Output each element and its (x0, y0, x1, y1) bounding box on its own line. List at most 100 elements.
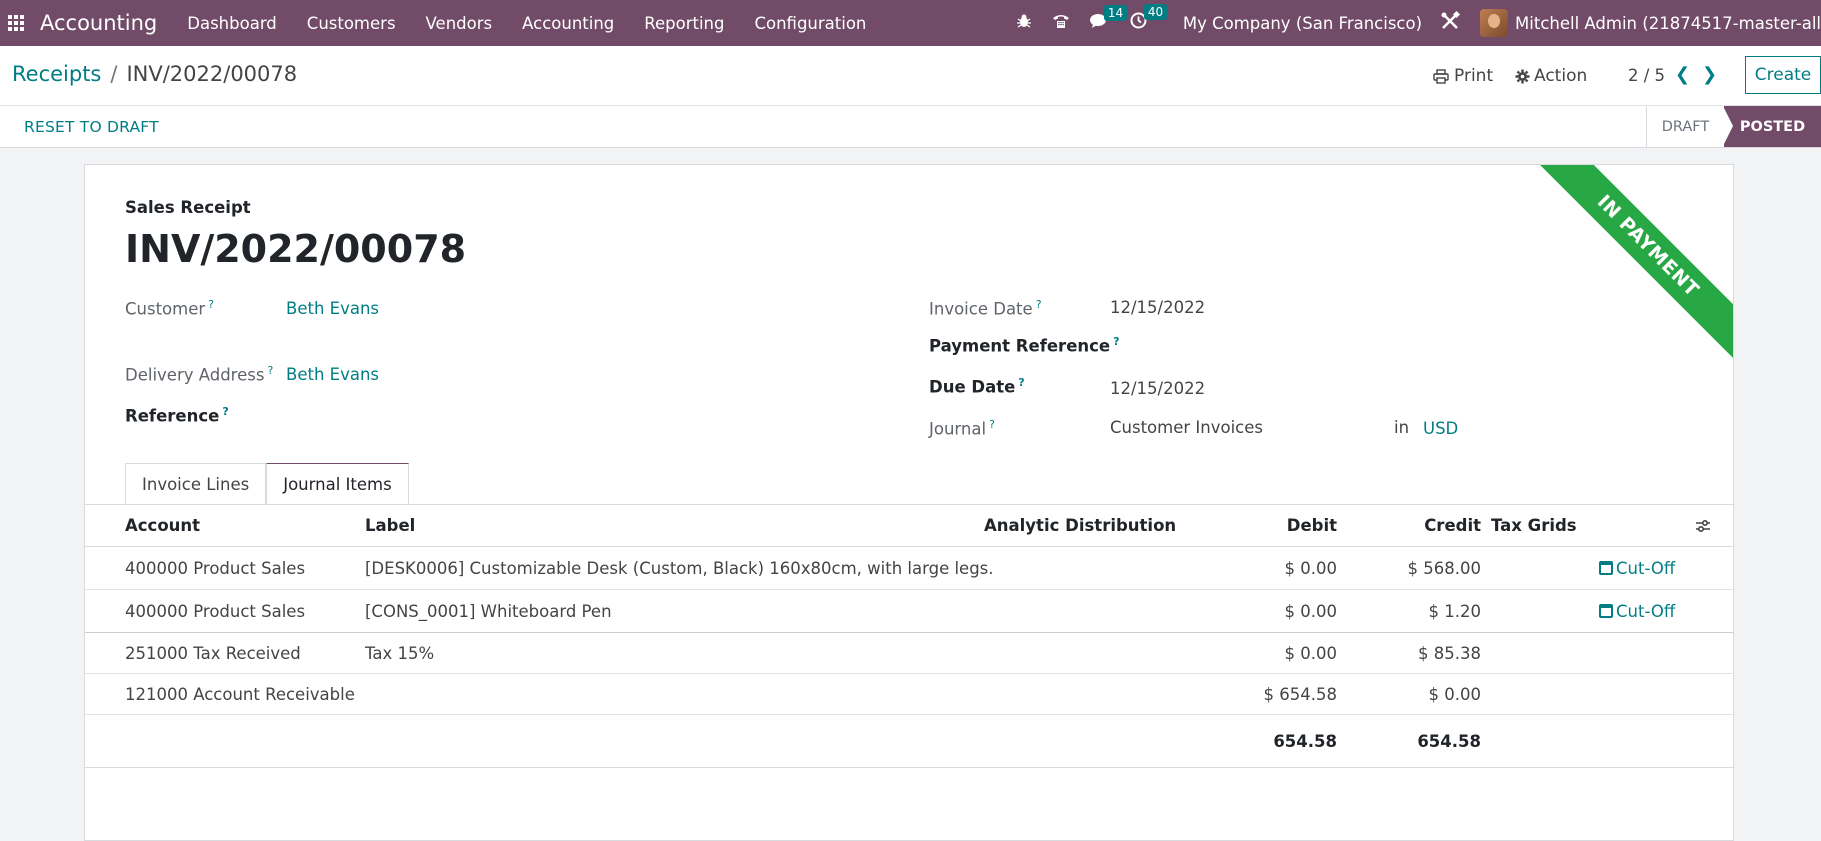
payment-reference-label: Payment Reference? (929, 335, 1120, 356)
menu-configuration[interactable]: Configuration (754, 14, 866, 33)
calendar-icon (1599, 561, 1613, 575)
debug-bug-icon[interactable] (1016, 13, 1032, 34)
header-analytic-distribution[interactable]: Analytic Distribution (984, 505, 1176, 546)
journal-field[interactable]: Customer Invoices (1110, 418, 1263, 437)
help-icon[interactable]: ? (1113, 335, 1119, 348)
print-button[interactable]: Print (1433, 66, 1493, 86)
table-row[interactable]: 121000 Account Receivable $ 654.58 $ 0.0… (85, 674, 1733, 715)
header-debit[interactable]: Debit (1185, 505, 1337, 546)
header-tax-grids[interactable]: Tax Grids (1491, 505, 1577, 546)
row-debit: $ 0.00 (1284, 558, 1337, 578)
menu-accounting[interactable]: Accounting (522, 14, 614, 33)
status-bar: RESET TO DRAFT DRAFT POSTED (0, 106, 1821, 148)
row-credit: $ 85.38 (1418, 643, 1481, 663)
total-credit: 654.58 (1417, 731, 1481, 751)
print-label: Print (1454, 66, 1494, 86)
pager-next-icon[interactable]: ❯ (1702, 64, 1717, 85)
journal-label: Journal? (929, 418, 995, 439)
activities-clock-icon[interactable]: 40 (1130, 4, 1168, 34)
systray: 14 40 My Company (San Francisco) Mitchel… (1016, 0, 1821, 46)
optional-columns-icon[interactable] (1695, 505, 1711, 546)
row-debit: $ 0.00 (1284, 601, 1337, 621)
top-navbar: Accounting Dashboard Customers Vendors A… (0, 0, 1821, 46)
row-debit: $ 0.00 (1284, 643, 1337, 663)
row-label: [CONS_0001] Whiteboard Pen (365, 601, 612, 621)
customer-label: Customer? (125, 298, 214, 319)
help-icon[interactable]: ? (208, 298, 214, 311)
currency-field[interactable]: USD (1423, 419, 1458, 438)
due-date-label: Due Date? (929, 376, 1025, 397)
create-button[interactable]: Create (1745, 56, 1821, 94)
action-label: Action (1534, 66, 1588, 86)
due-date-field[interactable]: 12/15/2022 (1110, 379, 1205, 398)
table-header: Account Label Analytic Distribution Debi… (85, 505, 1733, 547)
header-label[interactable]: Label (365, 505, 415, 546)
row-account: 121000 Account Receivable (125, 684, 355, 704)
table-totals-row: 654.58 654.58 (85, 715, 1733, 768)
row-account: 400000 Product Sales (125, 558, 306, 578)
main-menu: Dashboard Customers Vendors Accounting R… (187, 14, 896, 33)
gear-icon (1515, 69, 1530, 83)
notebook-tabs: Invoice Lines Journal Items (125, 463, 409, 505)
messages-badge: 14 (1103, 4, 1128, 21)
invoice-date-field[interactable]: 12/15/2022 (1110, 298, 1205, 317)
menu-customers[interactable]: Customers (307, 14, 396, 33)
table-row[interactable]: 251000 Tax Received Tax 15% $ 0.00 $ 85.… (85, 633, 1733, 674)
print-icon (1433, 68, 1449, 84)
row-credit: $ 568.00 (1407, 558, 1481, 578)
help-icon[interactable]: ? (267, 364, 273, 377)
in-payment-ribbon: IN PAYMENT (1532, 165, 1733, 362)
breadcrumb: Receipts / INV/2022/00078 (12, 62, 297, 86)
table-row[interactable]: 400000 Product Sales [CONS_0001] Whitebo… (85, 590, 1733, 633)
tab-journal-items[interactable]: Journal Items (266, 463, 409, 505)
cutoff-button[interactable]: Cut-Off (1599, 590, 1675, 632)
cutoff-label: Cut-Off (1616, 601, 1676, 621)
menu-dashboard[interactable]: Dashboard (187, 14, 277, 33)
calendar-icon (1599, 604, 1613, 618)
row-label: Tax 15% (365, 643, 435, 663)
reset-to-draft-button[interactable]: RESET TO DRAFT (24, 118, 159, 136)
user-menu[interactable]: Mitchell Admin (21874517-master-all (1515, 14, 1821, 33)
apps-menu-icon[interactable] (8, 15, 24, 31)
messages-icon[interactable]: 14 (1089, 4, 1128, 34)
header-account[interactable]: Account (125, 505, 200, 546)
stage-draft[interactable]: DRAFT (1646, 106, 1724, 147)
control-panel: Receipts / INV/2022/00078 Print Action 2… (0, 46, 1821, 106)
menu-reporting[interactable]: Reporting (644, 14, 724, 33)
stage-posted[interactable]: POSTED (1723, 106, 1821, 147)
journal-items-table: Account Label Analytic Distribution Debi… (85, 505, 1733, 768)
header-credit[interactable]: Credit (1337, 505, 1481, 546)
pager-previous-icon[interactable]: ❮ (1675, 64, 1690, 85)
cutoff-label: Cut-Off (1616, 558, 1676, 578)
row-debit: $ 654.58 (1263, 684, 1337, 704)
tab-invoice-lines[interactable]: Invoice Lines (125, 463, 267, 504)
breadcrumb-receipts[interactable]: Receipts (12, 62, 101, 86)
form-sheet: IN PAYMENT Sales Receipt INV/2022/00078 … (84, 164, 1734, 841)
invoice-date-label: Invoice Date? (929, 298, 1042, 319)
action-button[interactable]: Action (1515, 66, 1587, 86)
help-icon[interactable]: ? (1036, 298, 1042, 311)
delivery-address-field[interactable]: Beth Evans (286, 365, 379, 384)
app-brand[interactable]: Accounting (40, 11, 157, 35)
row-credit: $ 1.20 (1428, 601, 1481, 621)
menu-vendors[interactable]: Vendors (426, 14, 493, 33)
table-row[interactable]: 400000 Product Sales [DESK0006] Customiz… (85, 547, 1733, 590)
breadcrumb-separator: / (110, 62, 118, 86)
help-icon[interactable]: ? (222, 405, 228, 418)
breadcrumb-current: INV/2022/00078 (126, 62, 298, 86)
reference-label: Reference? (125, 405, 229, 426)
customer-field[interactable]: Beth Evans (286, 299, 379, 318)
help-icon[interactable]: ? (1018, 376, 1024, 389)
document-number: INV/2022/00078 (125, 227, 467, 271)
tools-icon[interactable] (1440, 10, 1461, 36)
cutoff-button[interactable]: Cut-Off (1599, 547, 1675, 589)
row-account: 400000 Product Sales (125, 601, 306, 621)
company-switcher[interactable]: My Company (San Francisco) (1183, 14, 1422, 33)
document-type: Sales Receipt (125, 198, 251, 217)
row-credit: $ 0.00 (1428, 684, 1481, 704)
user-avatar[interactable] (1480, 9, 1509, 37)
help-icon[interactable]: ? (989, 418, 995, 431)
phone-icon[interactable] (1052, 13, 1070, 34)
row-account: 251000 Tax Received (125, 643, 301, 663)
pager-value[interactable]: 2 / 5 (1628, 66, 1665, 85)
